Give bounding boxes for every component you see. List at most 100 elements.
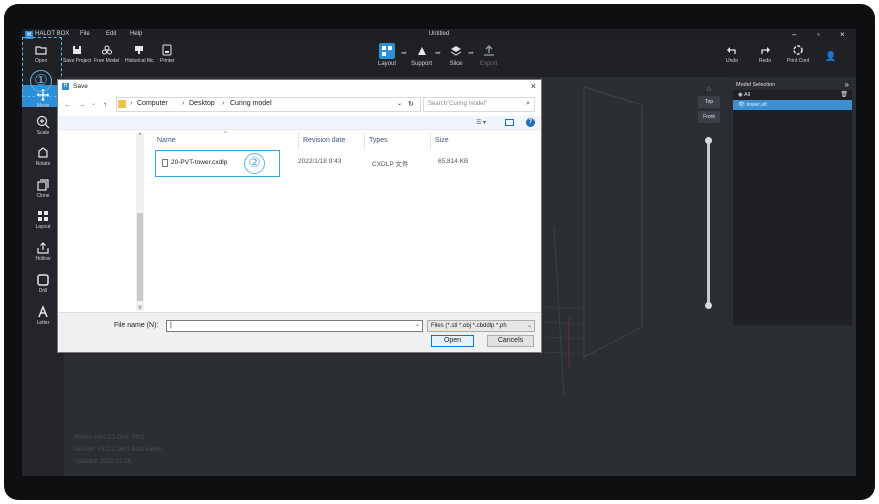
- recent-chevron-icon[interactable]: ⌄: [91, 100, 96, 107]
- search-input[interactable]: Search"Curing model" ⌕: [423, 97, 535, 112]
- arrow-right-icon: ➡: [468, 50, 474, 57]
- address-dropdown-icon[interactable]: ⌄: [397, 100, 402, 107]
- tab-layout[interactable]: Layout: [378, 43, 396, 67]
- menu-help[interactable]: Help: [130, 31, 142, 37]
- address-bar-row: ← → ⌄ ↑ › Computer › Desktop › Curing mo…: [58, 96, 541, 114]
- column-size[interactable]: Size: [435, 137, 449, 144]
- redo-label: Redo: [759, 58, 771, 64]
- file-size: 65,814 KB: [438, 158, 469, 165]
- trash-icon[interactable]: 🗑: [840, 91, 848, 98]
- breadcrumb-curing-model[interactable]: Curing model: [230, 100, 272, 107]
- save-icon: [71, 44, 83, 56]
- maximize-button[interactable]: ▫: [817, 30, 820, 39]
- chevron-down-icon[interactable]: ⌄: [415, 321, 420, 328]
- up-arrow-icon[interactable]: ↑: [103, 100, 107, 109]
- folder-icon: [118, 100, 126, 108]
- text-cursor: |: [170, 322, 172, 329]
- menu-edit[interactable]: Edit: [106, 31, 116, 37]
- sidebar-label: Layout: [35, 224, 51, 230]
- view-front-button[interactable]: Front: [698, 111, 720, 123]
- tab-slice[interactable]: Slice: [448, 43, 464, 67]
- scroll-up-icon[interactable]: ^: [136, 133, 144, 139]
- scroll-down-icon[interactable]: v: [136, 305, 144, 311]
- file-name-input[interactable]: | ⌄: [166, 320, 423, 332]
- close-button[interactable]: ×: [840, 30, 845, 39]
- models-icon: [101, 44, 113, 56]
- file-type-value: Files (*.stl *.obj *.cbddlp *.ph: [431, 323, 507, 329]
- model-selection-panel: Model Selection » ◉ All 🗑 👁 tower.stl: [733, 79, 852, 325]
- select-all-row[interactable]: ◉ All 🗑: [733, 90, 852, 100]
- layer-slider-track[interactable]: [707, 140, 710, 306]
- navigation-pane: [58, 130, 146, 312]
- app-logo-icon: H: [62, 83, 69, 90]
- panel-header: Model Selection »: [733, 79, 852, 90]
- refresh-icon[interactable]: ↻: [408, 100, 414, 108]
- column-types[interactable]: Types: [369, 137, 388, 144]
- grid-icon: [36, 209, 50, 223]
- printer-icon: [161, 44, 173, 56]
- open-button[interactable]: Open: [431, 335, 474, 347]
- updated-info: Updated: 2022-02-18: [74, 459, 131, 465]
- breadcrumb-desktop[interactable]: Desktop: [189, 100, 215, 107]
- search-placeholder: Search"Curing model": [428, 101, 487, 107]
- breadcrumb-separator: ›: [130, 100, 133, 107]
- forward-arrow-icon[interactable]: →: [78, 100, 86, 109]
- printer-label: Printer: [160, 58, 175, 64]
- sort-caret-icon: ^: [224, 131, 227, 137]
- user-icon[interactable]: 👤: [825, 51, 836, 62]
- print-cont-button[interactable]: Print Cont: [787, 44, 809, 64]
- redo-icon: [759, 44, 771, 56]
- historical-model-button[interactable]: Historical Mc: [125, 44, 154, 64]
- window-title: Untitled: [428, 31, 450, 37]
- breadcrumb-separator: ›: [222, 100, 225, 107]
- tab-export[interactable]: Export: [480, 43, 497, 67]
- print-cont-label: Print Cont: [787, 58, 810, 64]
- model-list-item[interactable]: 👁 tower.stl: [733, 100, 852, 110]
- file-icon: [162, 159, 168, 167]
- layer-slider-bottom-handle[interactable]: [705, 302, 712, 309]
- undo-button[interactable]: Undo: [726, 44, 738, 64]
- history-icon: [133, 44, 145, 56]
- scrollbar-thumb[interactable]: [137, 213, 143, 301]
- step-2-badge: ②: [244, 153, 265, 174]
- dialog-close-button[interactable]: ×: [531, 81, 536, 91]
- help-icon[interactable]: ?: [526, 118, 535, 127]
- back-arrow-icon[interactable]: ←: [64, 100, 72, 109]
- home-icon[interactable]: ⌂: [695, 86, 723, 93]
- file-revision-date: 2022/1/18 9:43: [298, 158, 342, 165]
- chevron-down-icon: ⌄: [526, 323, 532, 329]
- collapse-icon[interactable]: »: [845, 80, 849, 89]
- tab-support[interactable]: Support: [411, 43, 432, 67]
- panel-title: Model Selection: [736, 82, 776, 88]
- view-cube[interactable]: ⌂ Top Front: [695, 86, 723, 126]
- menu-file[interactable]: File: [80, 31, 90, 37]
- dialog-title-bar: H Save ×: [58, 80, 541, 93]
- breadcrumb-computer[interactable]: Computer: [137, 100, 168, 107]
- cancel-button[interactable]: Cancels: [487, 335, 534, 347]
- layout-icon: [379, 43, 395, 59]
- layer-slider-top-handle[interactable]: [705, 137, 712, 144]
- breadcrumb-separator: ›: [182, 100, 185, 107]
- all-label: All: [744, 92, 751, 98]
- navigation-scrollbar[interactable]: ^ v: [136, 133, 144, 311]
- redo-button[interactable]: Redo: [759, 44, 771, 64]
- free-model-button[interactable]: Free Model: [94, 44, 119, 64]
- tab-support-label: Support: [411, 61, 433, 67]
- hollow-icon: [36, 241, 50, 255]
- column-name[interactable]: Name: [157, 137, 176, 144]
- zoom-icon: [36, 115, 50, 129]
- file-type-select[interactable]: Files (*.stl *.obj *.cbddlp *.ph ⌄: [427, 320, 535, 332]
- eye-icon: 👁: [738, 102, 747, 108]
- column-revision-date[interactable]: Revision date: [303, 137, 345, 144]
- save-project-button[interactable]: Save Project: [63, 44, 91, 64]
- minimize-button[interactable]: –: [792, 30, 796, 39]
- view-options-icon[interactable]: ☰ ▾: [476, 119, 486, 126]
- toolbar: Open Save Project Free Model Historical …: [22, 41, 856, 77]
- view-top-button[interactable]: Top: [698, 96, 720, 108]
- printer-button[interactable]: Printer: [160, 44, 175, 64]
- undo-label: Undo: [726, 58, 738, 64]
- search-icon: ⌕: [526, 100, 530, 107]
- preview-pane-icon[interactable]: [505, 119, 514, 126]
- tab-export-label: Export: [480, 61, 498, 67]
- sidebar-label: Hollow: [35, 256, 51, 262]
